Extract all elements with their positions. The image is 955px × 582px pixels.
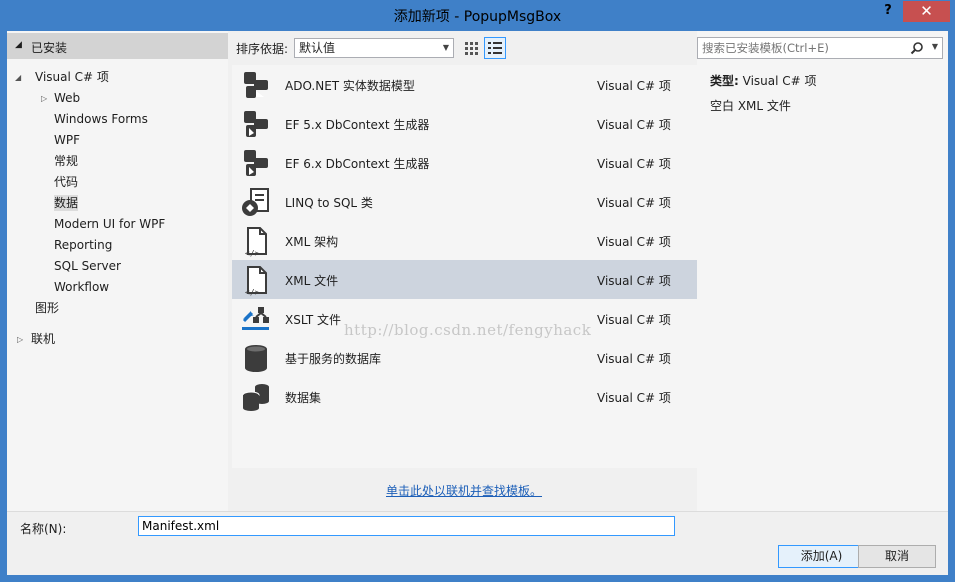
type-info: 类型: Visual C# 项 bbox=[710, 72, 817, 89]
database-icon bbox=[245, 345, 267, 372]
svg-text:</>: </> bbox=[245, 249, 260, 257]
add-new-item-dialog: 添加新项 - PopupMsgBox ? ✕ ◢ 已安装 ◢ Visual C#… bbox=[0, 0, 955, 582]
tree-item-code[interactable]: 代码 bbox=[54, 173, 78, 192]
search-box[interactable]: ▼ bbox=[697, 37, 943, 59]
tree-item-reporting[interactable]: Reporting bbox=[54, 236, 112, 255]
find-online-templates-link[interactable]: 单击此处以联机并查找模板。 bbox=[386, 482, 542, 499]
type-label: 类型: bbox=[710, 74, 739, 88]
template-row[interactable]: 数据集 Visual C# 项 bbox=[232, 377, 697, 416]
installed-header[interactable]: ◢ 已安装 bbox=[7, 33, 228, 59]
tree-item-workflow[interactable]: Workflow bbox=[54, 278, 109, 297]
template-row[interactable]: LINQ to SQL 类 Visual C# 项 bbox=[232, 182, 697, 221]
dataset-icon bbox=[242, 384, 269, 411]
linq-to-sql-icon bbox=[242, 188, 269, 216]
tree-item-graphics[interactable]: 图形 bbox=[35, 299, 59, 318]
search-icon bbox=[910, 42, 923, 55]
name-label: 名称(N): bbox=[20, 522, 67, 536]
collapsed-arrow-icon: ▷ bbox=[41, 94, 48, 103]
help-button[interactable]: ? bbox=[878, 3, 898, 21]
dialog-client-area: ◢ 已安装 ◢ Visual C# 项 ▷ Web Windows Forms … bbox=[7, 31, 948, 575]
template-row[interactable]: EF 6.x DbContext 生成器 Visual C# 项 bbox=[232, 143, 697, 182]
template-row[interactable]: EF 5.x DbContext 生成器 Visual C# 项 bbox=[232, 104, 697, 143]
medium-icons-view-button[interactable] bbox=[460, 37, 482, 59]
bottom-bar: 名称(N): 添加(A) 取消 bbox=[7, 511, 948, 575]
template-row[interactable]: 基于服务的数据库 Visual C# 项 bbox=[232, 338, 697, 377]
sort-label: 排序依据: bbox=[236, 42, 289, 56]
xml-file-icon: </> bbox=[245, 266, 267, 296]
sort-dropdown[interactable]: 默认值 ▼ bbox=[294, 38, 454, 58]
dbcontext-generator-icon bbox=[244, 150, 268, 176]
window-title: 添加新项 - PopupMsgBox bbox=[393, 9, 562, 25]
name-field[interactable] bbox=[138, 516, 675, 536]
template-row[interactable]: ADO.NET 实体数据模型 Visual C# 项 bbox=[232, 65, 697, 104]
entity-model-icon bbox=[244, 72, 268, 98]
tree-item-visual-csharp[interactable]: ◢ Visual C# 项 bbox=[15, 68, 109, 87]
chevron-down-icon: ▼ bbox=[442, 43, 449, 52]
list-view-button[interactable] bbox=[484, 37, 506, 59]
expanded-arrow-icon: ◢ bbox=[15, 73, 22, 82]
svg-text:</>: </> bbox=[245, 288, 260, 296]
tree-item-web[interactable]: ▷ Web bbox=[41, 89, 80, 108]
xslt-file-icon bbox=[242, 307, 269, 330]
dbcontext-generator-icon bbox=[244, 111, 268, 137]
list-view-icon bbox=[488, 42, 502, 54]
watermark-text: http://blog.csdn.net/fengyhack bbox=[344, 321, 592, 339]
tree-item-windows-forms[interactable]: Windows Forms bbox=[54, 110, 148, 129]
tree-item-wpf[interactable]: WPF bbox=[54, 131, 80, 150]
tree-item-general[interactable]: 常规 bbox=[54, 152, 78, 171]
search-input[interactable] bbox=[702, 40, 902, 56]
details-panel: ▼ 类型: Visual C# 项 空白 XML 文件 bbox=[697, 31, 948, 511]
tree-item-sql-server[interactable]: SQL Server bbox=[54, 257, 121, 276]
type-value: Visual C# 项 bbox=[742, 74, 817, 88]
template-row[interactable]: </> XML 架构 Visual C# 项 bbox=[232, 221, 697, 260]
title-bar: 添加新项 - PopupMsgBox ? ✕ bbox=[0, 0, 955, 30]
template-row[interactable]: </> XML 文件 Visual C# 项 bbox=[232, 260, 697, 299]
add-button[interactable]: 添加(A) bbox=[778, 545, 865, 568]
close-button[interactable]: ✕ bbox=[903, 1, 950, 22]
cancel-button[interactable]: 取消 bbox=[858, 545, 936, 568]
tree-item-online[interactable]: ▷ 联机 bbox=[17, 330, 55, 349]
grid-view-icon bbox=[465, 42, 478, 55]
template-list: ADO.NET 实体数据模型 Visual C# 项 EF 5.x DbCont… bbox=[232, 65, 697, 468]
template-description: 空白 XML 文件 bbox=[710, 99, 791, 113]
category-sidebar: ◢ 已安装 ◢ Visual C# 项 ▷ Web Windows Forms … bbox=[7, 31, 228, 511]
collapse-triangle-icon: ◢ bbox=[15, 40, 22, 50]
chevron-down-icon[interactable]: ▼ bbox=[932, 42, 938, 51]
tree-item-data[interactable]: 数据 bbox=[54, 194, 79, 213]
collapsed-arrow-icon: ▷ bbox=[17, 335, 24, 344]
template-toolbar: 排序依据: 默认值 ▼ bbox=[228, 31, 698, 65]
tree-item-modern-ui-wpf[interactable]: Modern UI for WPF bbox=[54, 215, 165, 234]
xml-schema-icon: </> bbox=[245, 227, 267, 257]
